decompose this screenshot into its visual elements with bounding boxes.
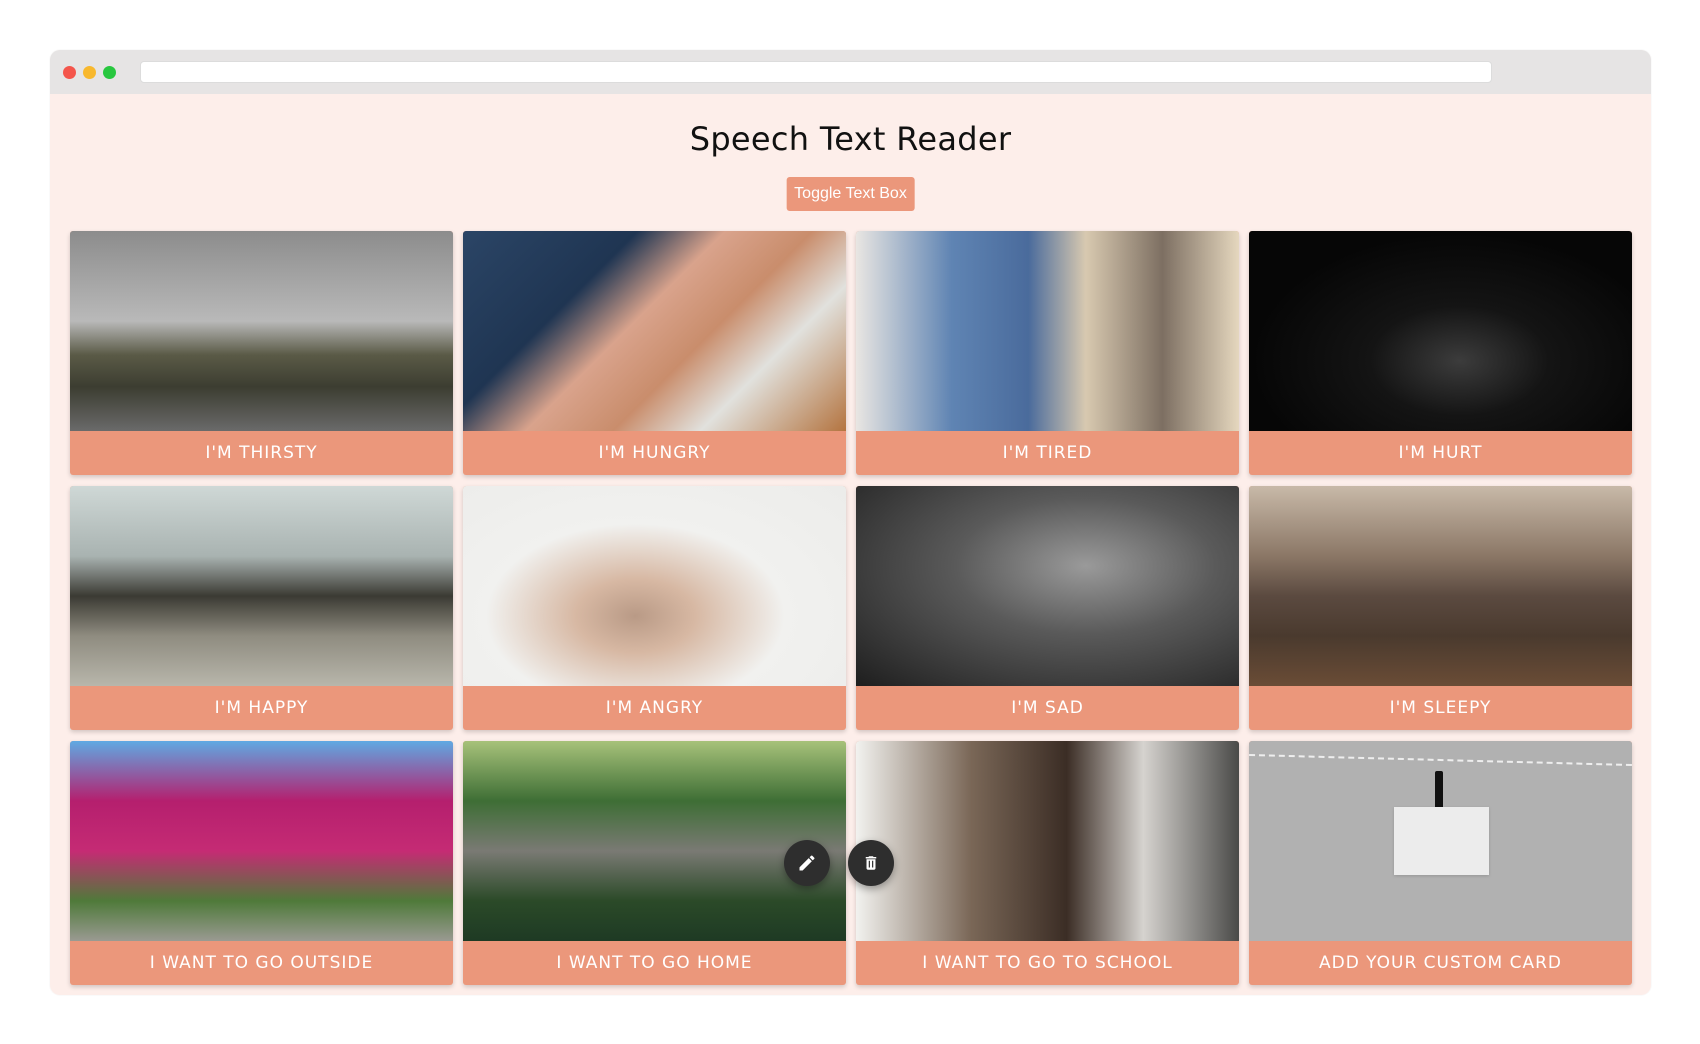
card-label: I'm Thirsty	[205, 443, 318, 463]
card-image	[70, 741, 453, 941]
card-label: I'm Sleepy	[1389, 698, 1492, 718]
card-label: Add Your Custom Card	[1318, 953, 1563, 973]
card-image	[856, 741, 1239, 941]
card-label: I'm Happy	[214, 698, 309, 718]
clothespin-decoration	[1435, 771, 1443, 811]
card-image	[463, 231, 846, 431]
card-image	[856, 231, 1239, 431]
card-angry[interactable]: I'm Angry	[463, 486, 846, 730]
card-label: I'm Tired	[1002, 443, 1093, 463]
card-sleepy[interactable]: I'm Sleepy	[1249, 486, 1632, 730]
card-image	[70, 231, 453, 431]
trash-icon	[865, 856, 877, 870]
card-go-outside[interactable]: I Want To Go Outside	[70, 741, 453, 985]
card-label: I Want To Go Outside	[149, 953, 374, 973]
card-thirsty[interactable]: I'm Thirsty	[70, 231, 453, 475]
toggle-text-box-button[interactable]: Toggle Text Box	[786, 177, 915, 211]
card-add-custom[interactable]: Add Your Custom Card	[1249, 741, 1632, 985]
card-image	[1249, 486, 1632, 686]
edit-card-button[interactable]	[784, 840, 830, 886]
blank-note-decoration	[1394, 807, 1489, 875]
minimize-window-button[interactable]	[83, 66, 96, 79]
card-label: I'm Angry	[605, 698, 704, 718]
card-happy[interactable]: I'm Happy	[70, 486, 453, 730]
delete-card-button[interactable]	[848, 840, 894, 886]
card-hurt[interactable]: I'm Hurt	[1249, 231, 1632, 475]
card-label: I'm Sad	[1011, 698, 1084, 718]
close-window-button[interactable]	[63, 66, 76, 79]
card-label: I'm Hurt	[1398, 443, 1483, 463]
pencil-icon	[799, 855, 815, 871]
card-image	[463, 486, 846, 686]
address-bar[interactable]	[140, 61, 1492, 83]
card-image	[1249, 741, 1632, 941]
card-image	[856, 486, 1239, 686]
card-label: I Want To Go Home	[556, 953, 753, 973]
card-image	[70, 486, 453, 686]
card-tired[interactable]: I'm Tired	[856, 231, 1239, 475]
card-hungry[interactable]: I'm Hungry	[463, 231, 846, 475]
card-sad[interactable]: I'm Sad	[856, 486, 1239, 730]
card-label: I Want To Go To School	[922, 953, 1173, 973]
card-image	[1249, 231, 1632, 431]
maximize-window-button[interactable]	[103, 66, 116, 79]
card-label: I'm Hungry	[598, 443, 711, 463]
page-title: Speech Text Reader	[689, 120, 1012, 158]
card-go-to-school[interactable]: I Want To Go To School	[856, 741, 1239, 985]
card-image	[463, 741, 846, 941]
clothesline-decoration	[1249, 753, 1632, 767]
browser-titlebar	[50, 50, 1651, 94]
